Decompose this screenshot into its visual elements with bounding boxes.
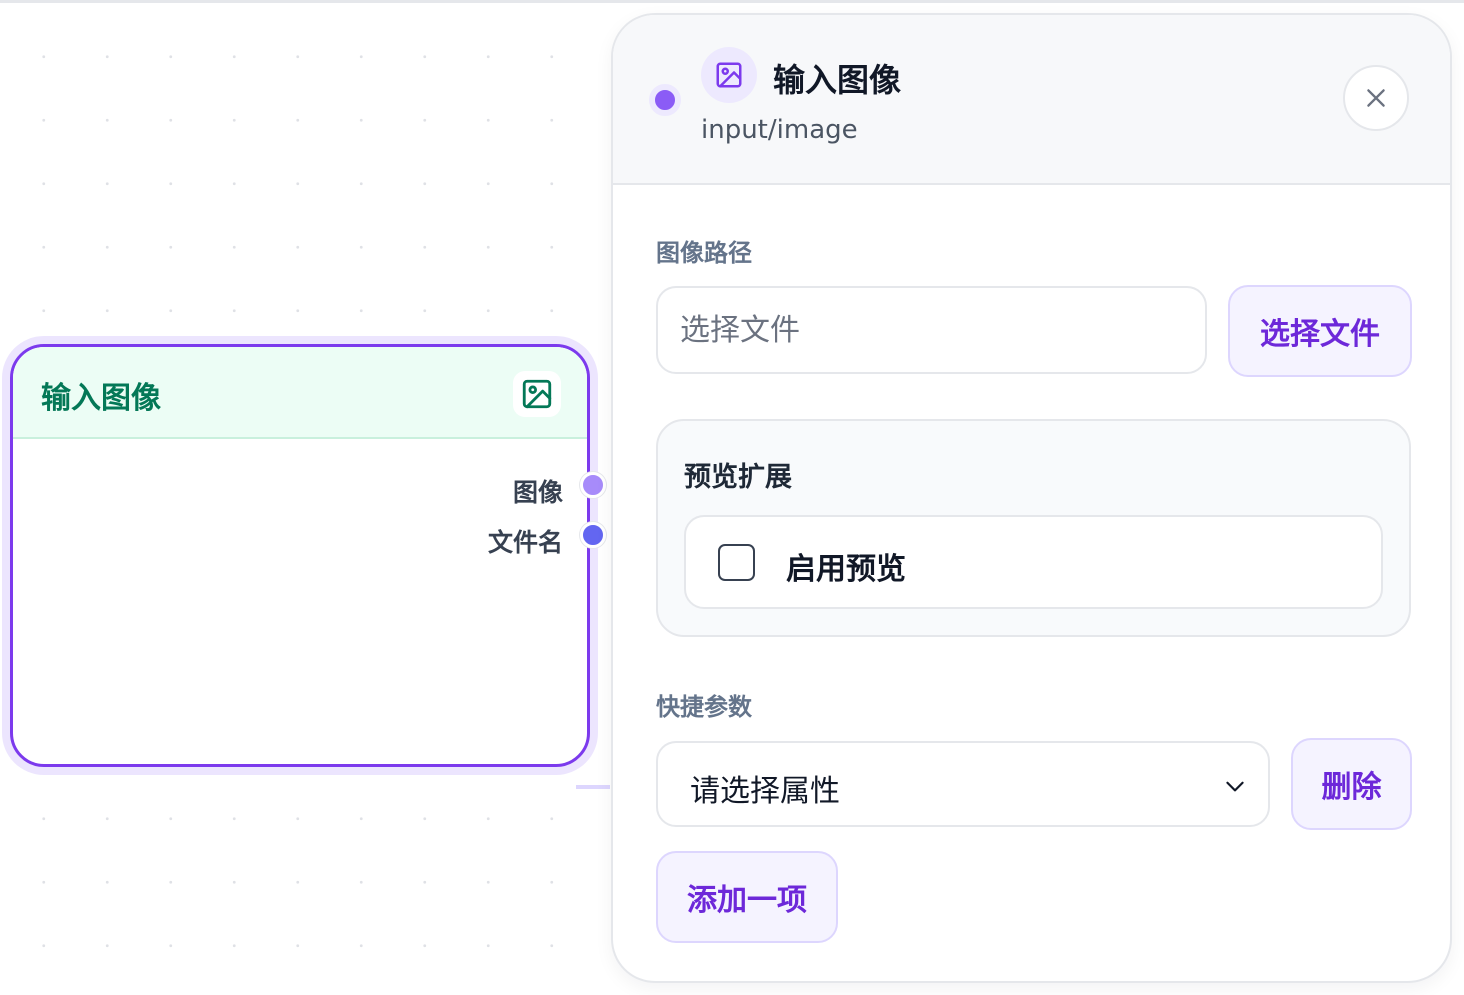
enable-preview-checkbox[interactable]: [718, 544, 755, 581]
enable-preview-row[interactable]: 启用预览: [684, 515, 1383, 609]
port-label-filename: 文件名: [487, 528, 563, 557]
panel-title: 输入图像: [773, 61, 902, 99]
image-path-label: 图像路径: [656, 239, 752, 267]
chevron-down-icon: [1226, 781, 1244, 792]
output-port-image[interactable]: [580, 472, 606, 498]
close-icon: [1367, 89, 1385, 107]
image-icon: [513, 371, 561, 417]
node-header[interactable]: 输入图像: [13, 347, 587, 439]
node-properties-panel: 输入图像 input/image 图像路径 选择文件 预览扩展 启用预览 快捷参…: [611, 13, 1452, 983]
preview-extension-title: 预览扩展: [684, 462, 792, 493]
attribute-select-value: 请选择属性: [690, 774, 840, 809]
add-item-button[interactable]: 添加一项: [656, 851, 838, 943]
choose-file-button[interactable]: 选择文件: [1228, 285, 1412, 377]
connection-edge[interactable]: [576, 785, 610, 789]
node-title: 输入图像: [41, 381, 161, 416]
port-label-image: 图像: [512, 478, 563, 507]
attribute-select[interactable]: 请选择属性: [656, 741, 1270, 827]
delete-button[interactable]: 删除: [1291, 738, 1412, 830]
panel-subtitle: input/image: [701, 115, 858, 145]
preview-extension-card: 预览扩展 启用预览: [656, 419, 1411, 637]
image-icon: [701, 47, 757, 103]
panel-header: 输入图像 input/image: [613, 15, 1450, 185]
quick-params-label: 快捷参数: [656, 693, 752, 721]
input-image-node[interactable]: 输入图像 图像 文件名: [10, 344, 590, 767]
node-status-dot: [649, 84, 681, 116]
close-button[interactable]: [1343, 65, 1409, 131]
enable-preview-label[interactable]: 启用预览: [786, 544, 906, 588]
image-path-input[interactable]: [656, 286, 1207, 374]
output-port-filename[interactable]: [580, 522, 606, 548]
